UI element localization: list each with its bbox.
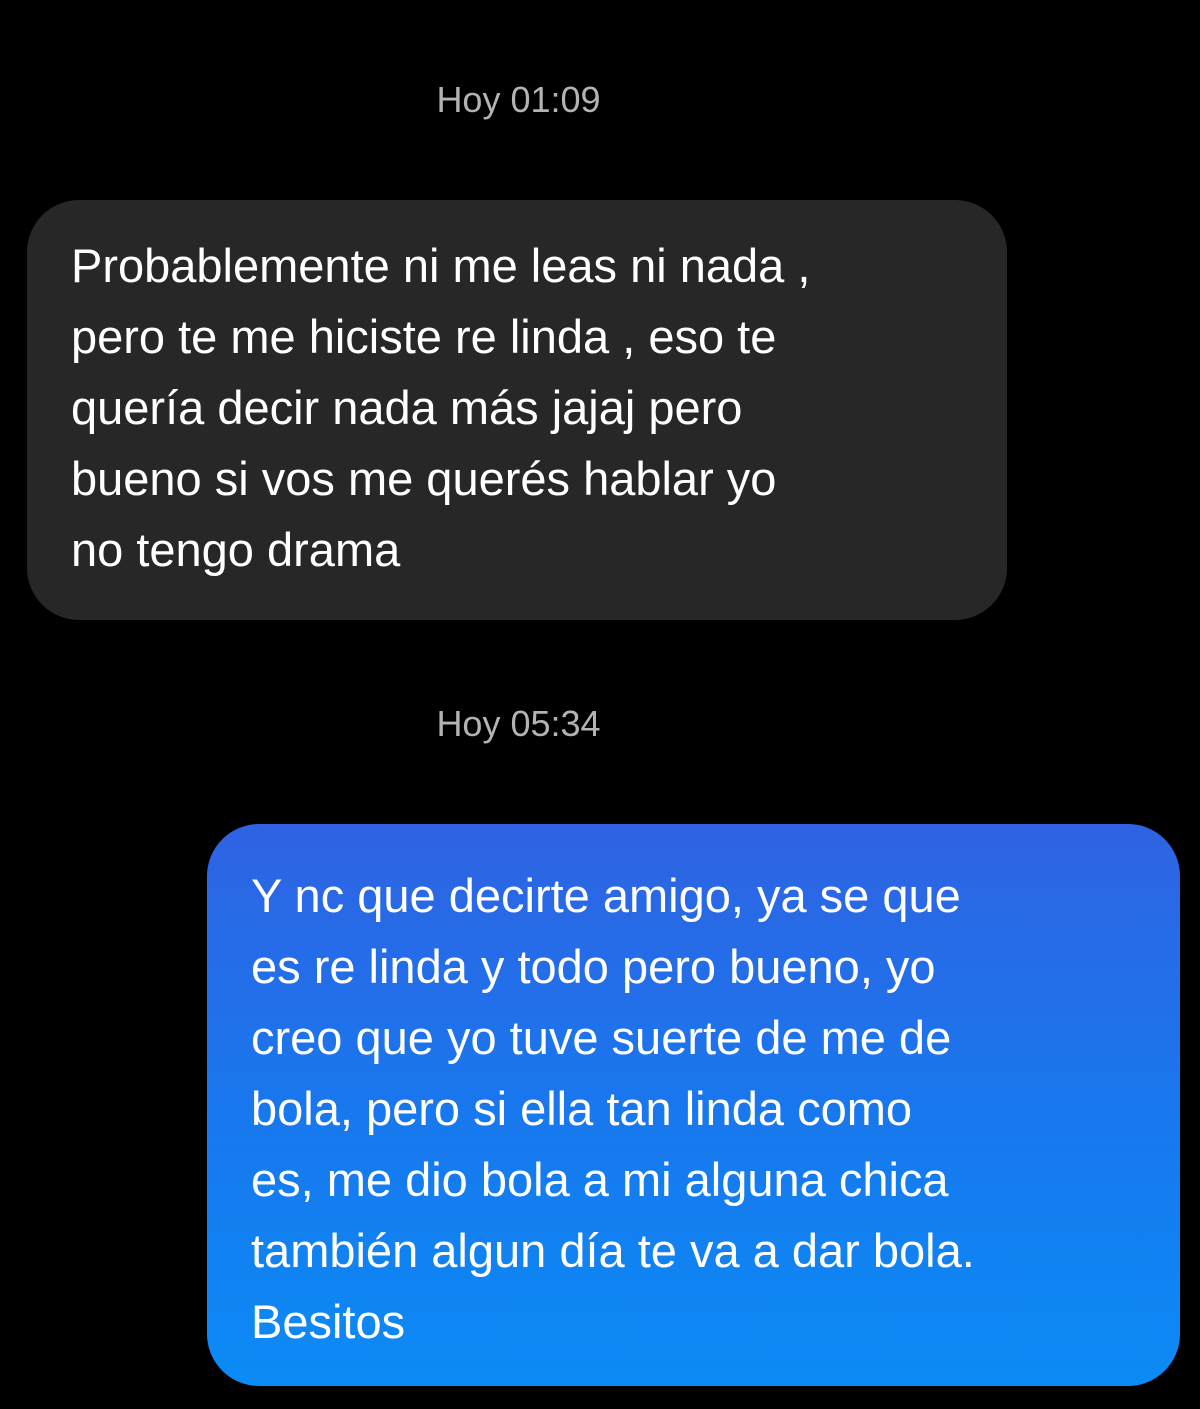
- message-text-line: bola, pero si ella tan linda como: [251, 1082, 913, 1135]
- message-timestamp: Hoy 05:34: [436, 703, 601, 744]
- message-text-line: es, me dio bola a mi alguna chica: [251, 1153, 949, 1206]
- message-text-line: bueno si vos me querés hablar yo: [71, 452, 777, 505]
- message-text-line: Besitos: [251, 1295, 406, 1348]
- message-text-line: pero te me hiciste re linda , eso te: [71, 310, 777, 363]
- incoming-message-bubble[interactable]: Probablemente ni me leas ni nada , pero …: [27, 200, 1007, 620]
- message-text-line: Probablemente ni me leas ni nada ,: [71, 239, 811, 292]
- message-timestamp: Hoy 01:09: [436, 79, 601, 120]
- message-text-line: Y nc que decirte amigo, ya se que: [251, 869, 961, 922]
- message-text-line: no tengo drama: [71, 523, 401, 576]
- message-text-line: quería decir nada más jajaj pero: [71, 381, 743, 434]
- message-text-line: también algun día te va a dar bola.: [251, 1224, 975, 1277]
- message-text-line: es re linda y todo pero bueno, yo: [251, 940, 936, 993]
- outgoing-message-bubble[interactable]: Y nc que decirte amigo, ya se que es re …: [207, 824, 1180, 1386]
- message-text-line: creo que yo tuve suerte de me de: [251, 1011, 952, 1064]
